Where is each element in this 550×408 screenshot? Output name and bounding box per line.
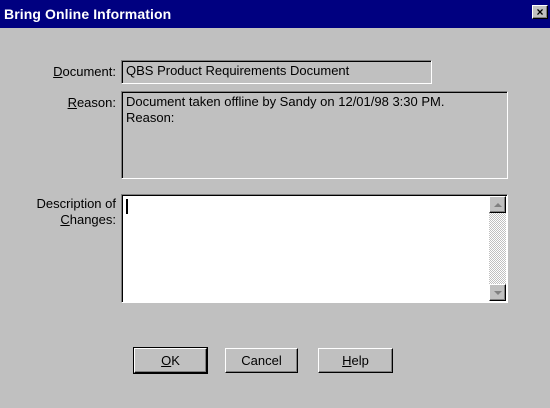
ok-button[interactable]: OK — [133, 347, 208, 374]
scroll-down-button[interactable] — [489, 284, 506, 301]
help-mnemonic: H — [342, 353, 352, 368]
arrow-down-icon — [493, 290, 502, 295]
reason-field: Document taken offline by Sandy on 12/01… — [121, 91, 508, 179]
document-label: Document: — [53, 64, 116, 79]
title-bar: Bring Online Information × — [0, 0, 550, 28]
reason-label: Reason: — [67, 95, 116, 110]
document-field: QBS Product Requirements Document — [121, 60, 432, 84]
dialog-title: Bring Online Information — [4, 6, 172, 22]
ok-label: K — [171, 353, 180, 368]
help-label: elp — [351, 353, 369, 368]
vertical-scrollbar[interactable] — [489, 196, 506, 301]
ok-mnemonic: O — [161, 353, 172, 368]
close-icon: × — [536, 5, 544, 19]
arrow-up-icon — [493, 202, 502, 207]
close-button[interactable]: × — [532, 5, 548, 19]
cancel-label: Cancel — [241, 353, 282, 368]
reason-line-2: Reason: — [126, 110, 175, 125]
reason-line-1: Document taken offline by Sandy on 12/01… — [126, 94, 445, 109]
description-label: Description of Changes: — [36, 196, 116, 227]
bring-online-dialog: Bring Online Information × Document: QBS… — [0, 0, 550, 408]
scroll-up-button[interactable] — [489, 196, 506, 213]
document-value: QBS Product Requirements Document — [126, 63, 350, 78]
cancel-button[interactable]: Cancel — [225, 348, 298, 373]
text-caret — [126, 199, 128, 214]
help-button[interactable]: Help — [318, 348, 393, 373]
description-textarea[interactable] — [121, 194, 508, 303]
